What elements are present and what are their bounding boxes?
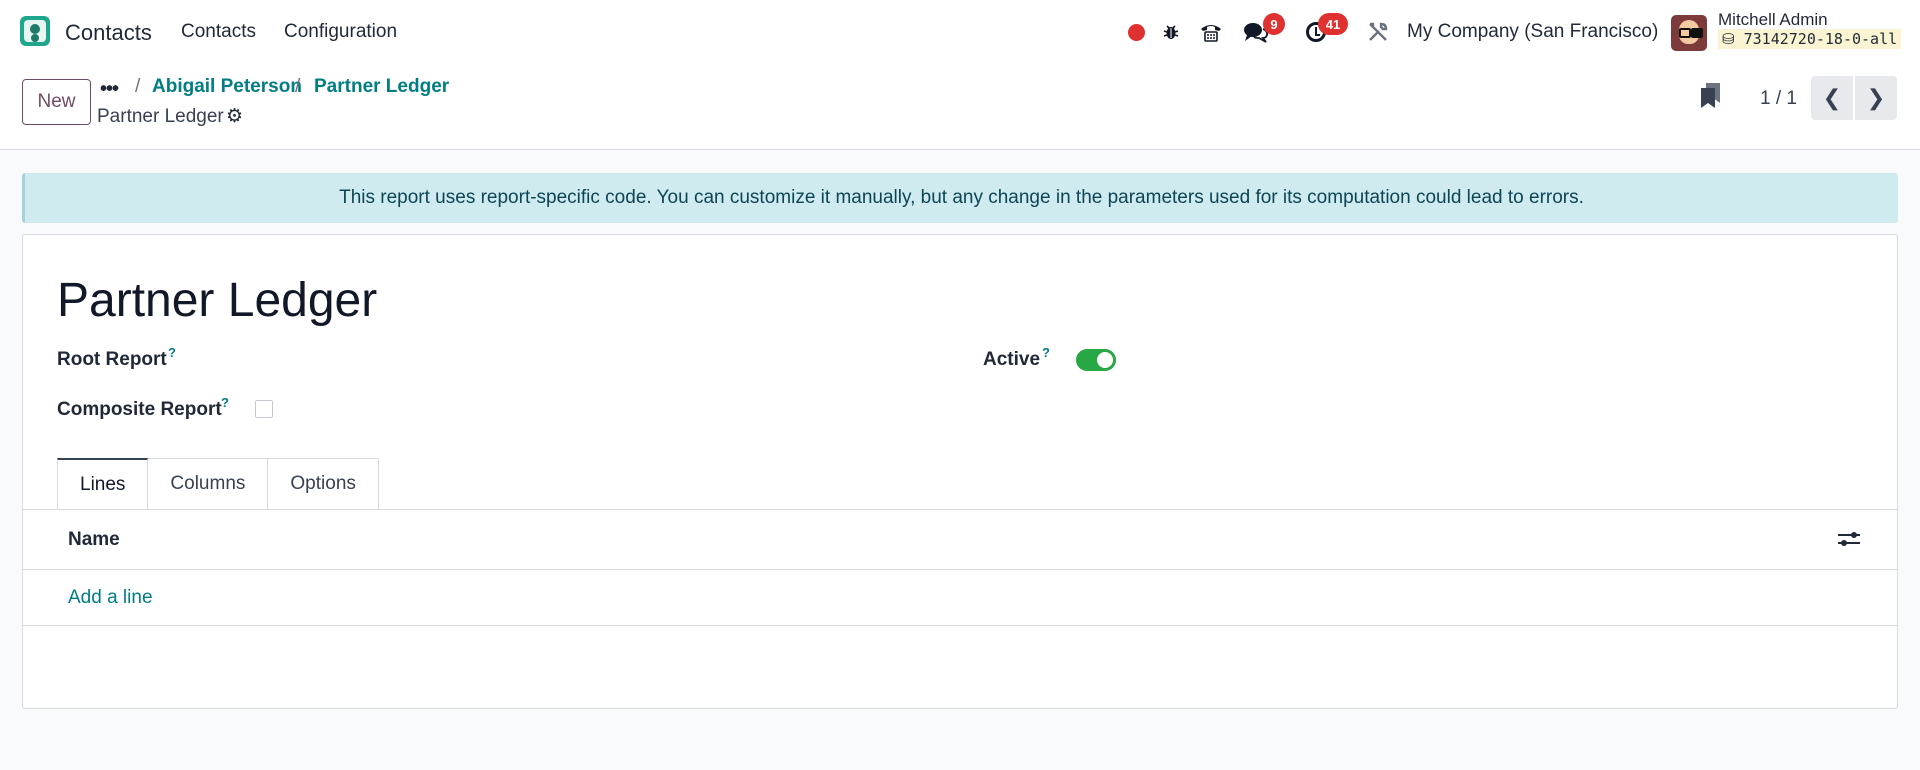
breadcrumb-partner-ledger[interactable]: Partner Ledger [314, 76, 449, 98]
pager-value[interactable]: 1 / 1 [1760, 88, 1797, 110]
breadcrumb-separator: / [135, 76, 141, 97]
gear-icon[interactable]: ⚙ [226, 105, 243, 128]
messages-badge: 9 [1263, 13, 1285, 35]
active-label: Active [983, 349, 1041, 370]
app-name[interactable]: Contacts [65, 20, 152, 46]
active-help-icon[interactable]: ? [1042, 345, 1050, 360]
tab-columns[interactable]: Columns [148, 458, 269, 510]
notebook-tabs: Lines Columns Options [57, 458, 379, 510]
user-name[interactable]: Mitchell Admin [1718, 10, 1828, 30]
control-panel: New ••• / Abigail Peterson / Partner Led… [0, 64, 1920, 150]
tools-icon[interactable] [1364, 18, 1392, 46]
company-switcher[interactable]: My Company (San Francisco) [1407, 21, 1658, 43]
database-name: ⛁ 73142720-18-0-all [1718, 29, 1902, 49]
record-title: Partner Ledger [97, 106, 224, 127]
activities-badge: 41 [1318, 13, 1348, 35]
pager-previous-button[interactable]: ❮ [1811, 76, 1853, 120]
tab-lines[interactable]: Lines [57, 458, 149, 510]
menu-configuration[interactable]: Configuration [284, 21, 397, 43]
composite-report-label: Composite Report [57, 399, 222, 420]
recording-dot-icon[interactable] [1122, 18, 1150, 46]
contacts-app-icon[interactable] [20, 16, 50, 46]
root-report-help-icon[interactable]: ? [168, 345, 176, 360]
user-avatar[interactable] [1671, 15, 1707, 51]
breadcrumb-separator: / [295, 76, 301, 97]
lines-table-header: Name [23, 510, 1897, 570]
chevron-left-icon: ❮ [1822, 85, 1842, 110]
active-toggle[interactable] [1076, 349, 1116, 371]
root-report-label: Root Report [57, 349, 167, 370]
tab-options[interactable]: Options [268, 458, 379, 510]
lines-add-row: Add a line [23, 570, 1897, 626]
info-alert: This report uses report-specific code. Y… [22, 173, 1898, 223]
composite-report-checkbox[interactable] [255, 400, 273, 418]
breadcrumb-abigail-peterson[interactable]: Abigail Peterson [152, 76, 302, 98]
pager-next-button[interactable]: ❯ [1855, 76, 1897, 120]
top-navbar: Contacts Contacts Configuration 9 41 My … [0, 0, 1920, 64]
breadcrumb-more-icon[interactable]: ••• [100, 78, 119, 101]
phone-icon[interactable] [1197, 18, 1225, 46]
report-title[interactable]: Partner Ledger [57, 273, 377, 328]
add-line-link[interactable]: Add a line [68, 587, 153, 609]
bug-icon[interactable] [1157, 18, 1185, 46]
composite-report-help-icon[interactable]: ? [221, 395, 229, 410]
bookmark-icon[interactable] [1699, 83, 1723, 111]
database-label: 73142720-18-0-all [1743, 30, 1898, 48]
form-sheet: Partner Ledger Root Report ? Composite R… [22, 234, 1898, 709]
chevron-right-icon: ❯ [1866, 85, 1886, 110]
database-icon: ⛁ [1722, 30, 1735, 48]
optional-columns-icon[interactable] [1838, 529, 1860, 549]
new-button[interactable]: New [22, 79, 91, 125]
menu-contacts[interactable]: Contacts [181, 21, 256, 43]
column-header-name[interactable]: Name [68, 529, 120, 551]
